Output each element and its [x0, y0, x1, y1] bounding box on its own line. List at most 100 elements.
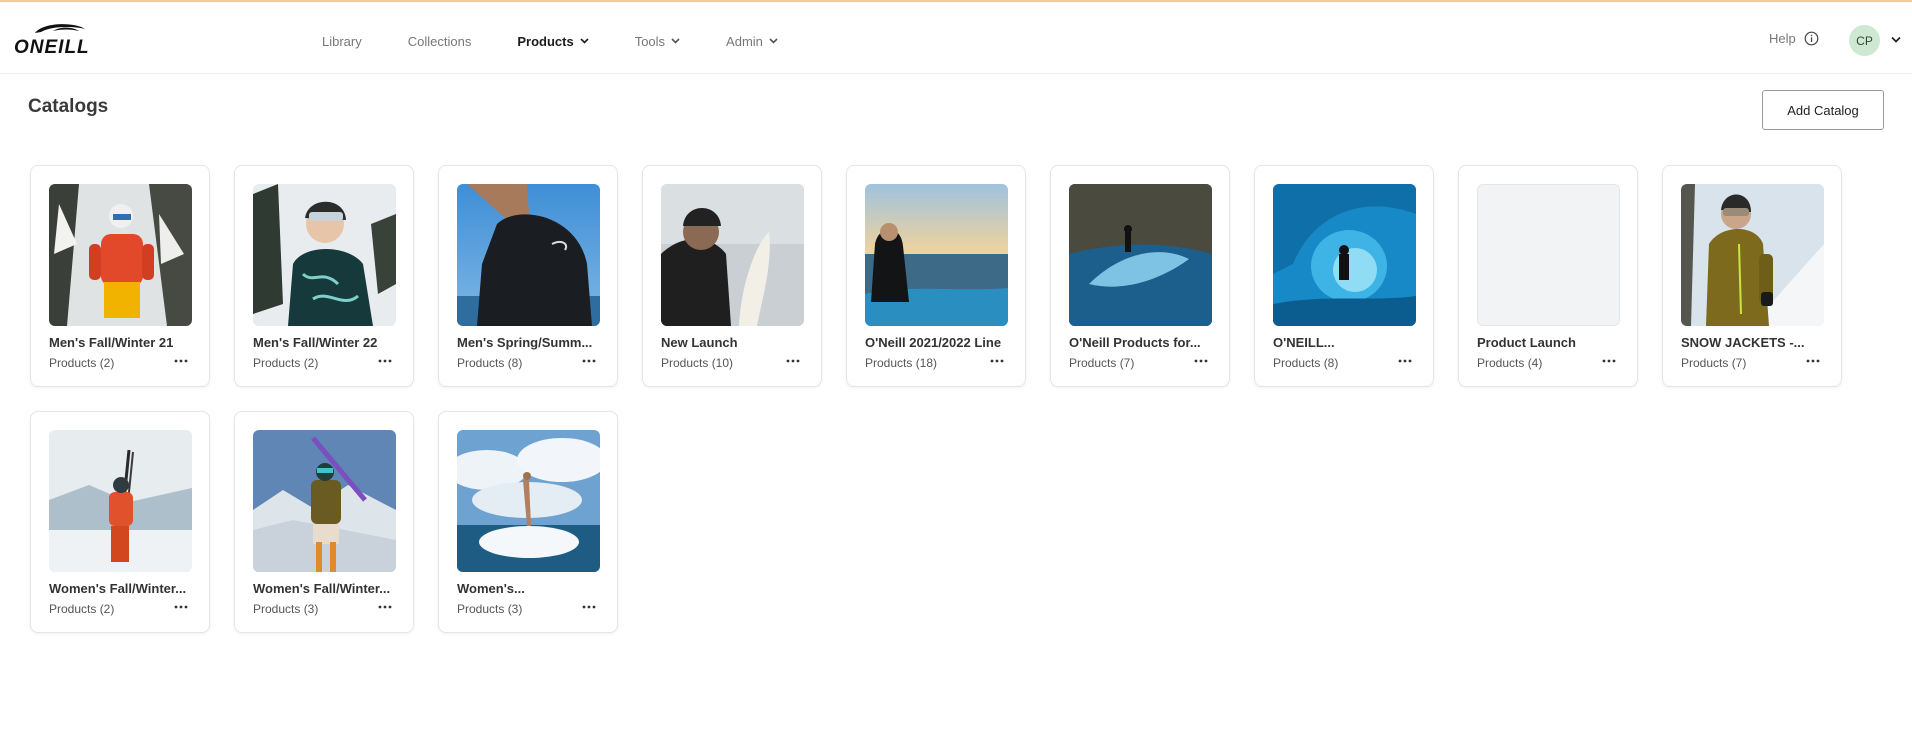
more-horizontal-icon: [174, 605, 188, 609]
catalog-title: Men's Fall/Winter 21: [49, 335, 174, 350]
more-options-button[interactable]: [579, 599, 599, 615]
catalog-title: Women's...: [457, 581, 525, 596]
catalog-card[interactable]: Men's Fall/Winter 21 Products (2): [30, 165, 210, 387]
catalog-product-count: Products (18): [865, 356, 938, 370]
catalog-card[interactable]: New Launch Products (10): [642, 165, 822, 387]
more-options-button[interactable]: [171, 599, 191, 615]
more-options-button[interactable]: [987, 353, 1007, 369]
catalog-title: Women's Fall/Winter...: [49, 581, 187, 596]
catalog-title: SNOW JACKETS -...: [1681, 335, 1805, 350]
catalog-product-count: Products (7): [1681, 356, 1747, 370]
chevron-down-icon[interactable]: [1891, 36, 1901, 43]
nav-collections[interactable]: Collections: [408, 34, 472, 49]
nav-tools-label: Tools: [634, 33, 666, 49]
nav-admin-label: Admin: [726, 33, 763, 49]
catalog-title: O'Neill 2021/2022 Line: [865, 335, 1002, 350]
help-label: Help: [1769, 31, 1796, 46]
skier-olive-jacket-image: [1681, 184, 1824, 326]
more-horizontal-icon: [582, 605, 596, 609]
catalog-card[interactable]: Women's Fall/Winter... Products (3): [234, 411, 414, 633]
catalog-title: O'NEILL...: [1273, 335, 1335, 350]
surfer-wave-cliffs-image: [1069, 184, 1212, 326]
more-options-button[interactable]: [375, 353, 395, 369]
catalog-card[interactable]: O'Neill 2021/2022 Line Products (18): [846, 165, 1026, 387]
catalog-card[interactable]: Product Launch Products (4): [1458, 165, 1638, 387]
more-horizontal-icon: [1398, 359, 1412, 363]
catalog-product-count: Products (2): [253, 356, 319, 370]
catalog-thumbnail: [253, 184, 396, 326]
catalog-thumbnail: [1273, 184, 1416, 326]
catalog-product-count: Products (7): [1069, 356, 1135, 370]
nav-library-label: Library: [322, 33, 362, 49]
catalog-product-count: Products (8): [1273, 356, 1339, 370]
surfer-splash-clouds-image: [457, 430, 600, 572]
catalog-product-count: Products (2): [49, 356, 115, 370]
catalog-thumbnail: [49, 184, 192, 326]
catalog-product-count: Products (8): [457, 356, 523, 370]
svg-text:ONEILL: ONEILL: [14, 37, 90, 58]
more-horizontal-icon: [1194, 359, 1208, 363]
catalog-thumbnail: [661, 184, 804, 326]
more-horizontal-icon: [786, 359, 800, 363]
oneill-logo[interactable]: ONEILL: [13, 20, 111, 58]
catalog-card[interactable]: Women's... Products (3): [438, 411, 618, 633]
chevron-down-icon: [769, 38, 778, 44]
catalog-title: Women's Fall/Winter...: [253, 581, 391, 596]
more-options-button[interactable]: [1191, 353, 1211, 369]
more-horizontal-icon: [378, 359, 392, 363]
user-avatar[interactable]: CP: [1849, 25, 1880, 56]
catalog-card[interactable]: SNOW JACKETS -... Products (7): [1662, 165, 1842, 387]
more-horizontal-icon: [1602, 359, 1616, 363]
catalog-title: O'Neill Products for...: [1069, 335, 1201, 350]
main-nav: Library Collections Products Tools Admin: [322, 30, 824, 52]
more-options-button[interactable]: [171, 353, 191, 369]
catalog-card[interactable]: O'Neill Products for... Products (7): [1050, 165, 1230, 387]
surfer-barrel-wave-image: [1273, 184, 1416, 326]
chevron-down-icon: [580, 38, 589, 44]
more-options-button[interactable]: [1803, 353, 1823, 369]
nav-products-label: Products: [517, 33, 574, 49]
catalog-title: New Launch: [661, 335, 738, 350]
catalog-thumbnail: [1069, 184, 1212, 326]
catalog-card[interactable]: Women's Fall/Winter... Products (2): [30, 411, 210, 633]
skier-red-jacket-image: [49, 184, 192, 326]
catalog-product-count: Products (3): [457, 602, 523, 616]
catalog-thumbnail: [457, 184, 600, 326]
catalog-title: Product Launch: [1477, 335, 1576, 350]
nav-admin[interactable]: Admin: [726, 34, 778, 49]
oneill-logo-graphic: ONEILL: [14, 24, 90, 58]
catalog-thumbnail: [49, 430, 192, 572]
snowboarder-teal-jacket-image: [253, 184, 396, 326]
nav-tools[interactable]: Tools: [635, 34, 680, 49]
woman-skier-mountains-image: [253, 430, 396, 572]
surfer-beanie-image: [661, 184, 804, 326]
add-catalog-button[interactable]: Add Catalog: [1762, 90, 1884, 130]
catalog-product-count: Products (2): [49, 602, 115, 616]
catalog-card[interactable]: Men's Spring/Summ... Products (8): [438, 165, 618, 387]
catalog-card[interactable]: O'NEILL... Products (8): [1254, 165, 1434, 387]
nav-products[interactable]: Products: [517, 33, 589, 49]
page-title: Catalogs: [28, 96, 109, 117]
woman-beach-sunset-image: [865, 184, 1008, 326]
more-horizontal-icon: [174, 359, 188, 363]
more-horizontal-icon: [378, 605, 392, 609]
more-options-button[interactable]: [1599, 353, 1619, 369]
nav-library[interactable]: Library: [322, 34, 362, 49]
top-navigation-bar: ONEILL Library Collections Products Tool…: [0, 0, 1912, 74]
help-link[interactable]: Help: [1769, 31, 1819, 46]
more-options-button[interactable]: [1395, 353, 1415, 369]
info-icon: [1804, 31, 1819, 46]
catalog-title: Men's Spring/Summ...: [457, 335, 593, 350]
catalog-product-count: Products (3): [253, 602, 319, 616]
woman-skier-orange-image: [49, 430, 192, 572]
more-options-button[interactable]: [375, 599, 395, 615]
more-options-button[interactable]: [783, 353, 803, 369]
catalog-card[interactable]: Men's Fall/Winter 22 Products (2): [234, 165, 414, 387]
catalog-product-count: Products (10): [661, 356, 734, 370]
more-options-button[interactable]: [579, 353, 599, 369]
catalog-thumbnail: [1681, 184, 1824, 326]
catalog-product-count: Products (4): [1477, 356, 1543, 370]
catalog-thumbnail: [253, 430, 396, 572]
more-horizontal-icon: [582, 359, 596, 363]
wetsuit-surfer-image: [457, 184, 600, 326]
